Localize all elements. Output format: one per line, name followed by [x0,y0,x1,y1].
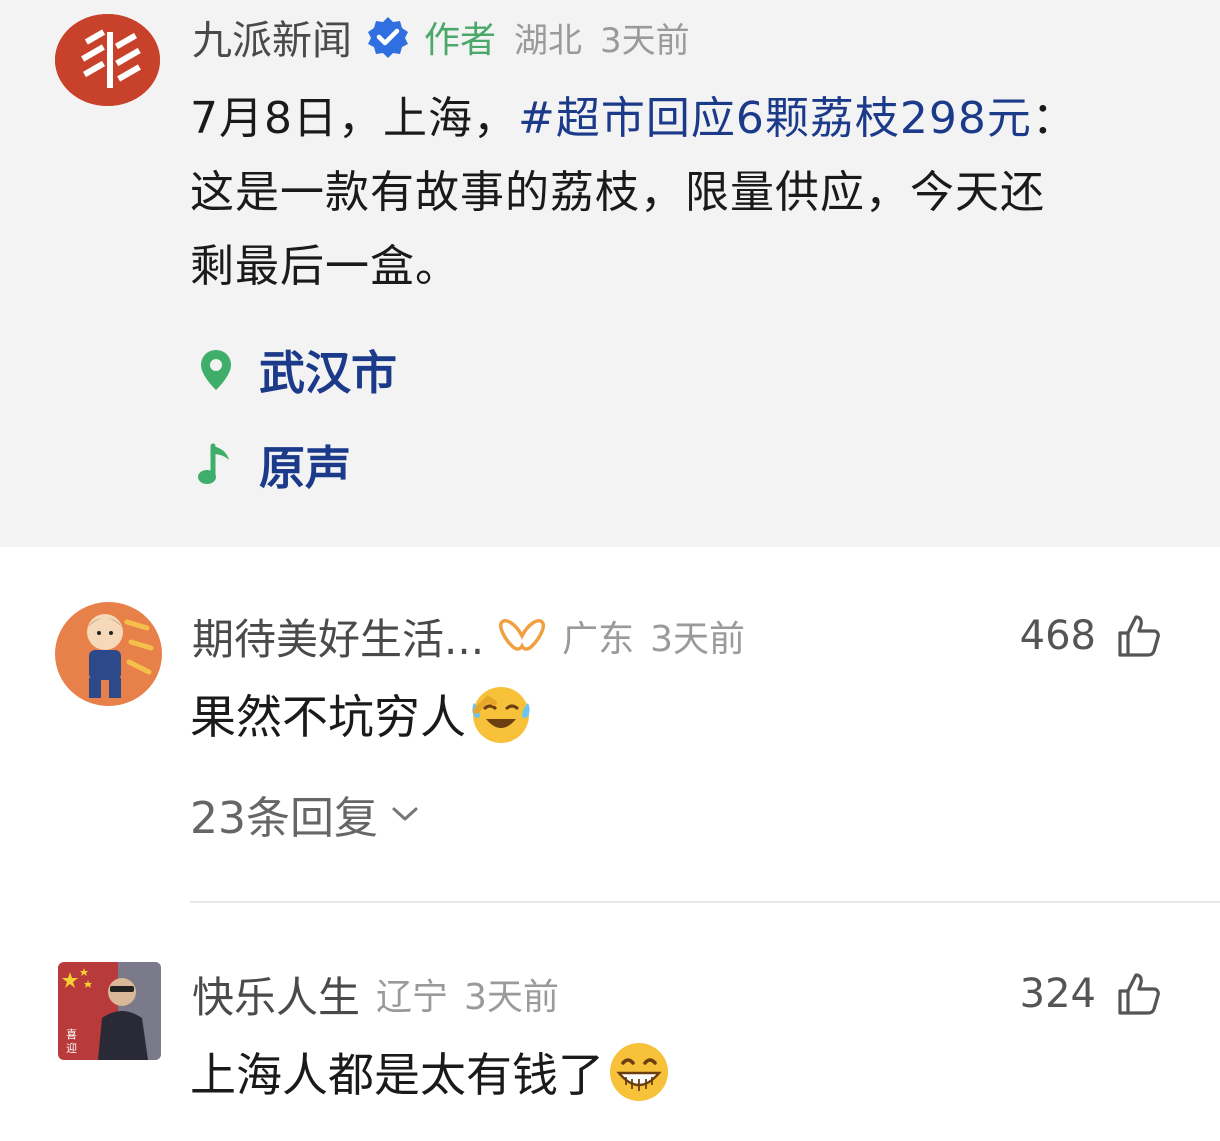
post-text-line: 剩最后一盒。 [190,241,460,292]
comment-time: 3天前 [650,619,745,660]
replies-count: 23条回复 [190,793,378,844]
author-tag: 作者 [424,20,497,61]
thumbs-up-icon [1116,971,1162,1017]
svg-text:迎: 迎 [66,1042,77,1055]
like-count: 324 [1019,971,1096,1017]
comment-text: 上海人都是太有钱了 [190,1048,604,1102]
view-replies-button[interactable]: 23条回复 [190,786,420,844]
commenter-avatar[interactable]: 喜 迎 [58,962,161,1060]
audio-link[interactable]: 原声 [195,432,351,498]
grin-emoji-icon [606,1039,672,1105]
comment-divider [190,901,1220,903]
post-text-suffix: ： [1031,93,1077,144]
comment-region: 辽宁 [376,977,449,1018]
comment-text-row: 上海人都是太有钱了 [190,1036,672,1108]
comment-text: 果然不坑穷人 [190,690,466,744]
commenter-avatar[interactable] [55,602,162,706]
audio-label: 原声 [259,441,351,495]
location-link[interactable]: 武汉市 [195,337,397,403]
comment-text-row: 果然不坑穷人 [190,678,534,750]
thumbs-up-icon [1116,613,1162,659]
music-note-icon [195,442,237,488]
comment-time: 3天前 [464,977,559,1018]
svg-text:喜: 喜 [66,1028,77,1041]
laugh-cry-emoji-icon [468,681,534,747]
post-card: 九派新闻 作者 湖北 3天前 7月8日，上海，#超市回应6颗荔枝298元： 这是… [0,0,1220,547]
post-text-prefix: 7月8日，上海， [190,93,518,144]
location-pin-icon [195,347,237,393]
post-text-line: 这是一款有故事的荔枝，限量供应，今天还 [190,167,1045,218]
author-avatar[interactable] [55,14,160,106]
author-row: 九派新闻 作者 湖北 3天前 [192,14,690,64]
post-text-line: 7月8日，上海，#超市回应6颗荔枝298元： [190,82,1190,156]
hashtag-link[interactable]: #超市回应6颗荔枝298元 [518,93,1032,144]
comment-header: 快乐人生 辽宁 3天前 [192,966,559,1022]
comment-item: 期待美好生活... 广东 3天前 468 果然不坑穷人 23条回复 [0,600,1220,900]
commenter-name[interactable]: 期待美好生活... [192,606,484,667]
chevron-down-icon [390,804,420,824]
like-button[interactable]: 468 [1020,608,1162,664]
comment-header: 期待美好生活... 广东 3天前 [192,608,745,664]
comment-region: 广东 [562,619,635,660]
post-time: 3天前 [600,20,690,61]
badge-icon [498,616,546,656]
verified-badge-icon [366,15,410,59]
location-label: 武汉市 [259,346,397,400]
like-button[interactable]: 324 [1020,966,1162,1022]
comment-item: 喜 迎 快乐人生 辽宁 3天前 324 上海人都是太有钱了 [0,958,1220,1128]
commenter-name[interactable]: 快乐人生 [192,964,360,1025]
post-text: 7月8日，上海，#超市回应6颗荔枝298元： 这是一款有故事的荔枝，限量供应，今… [190,82,1190,304]
author-name[interactable]: 九派新闻 [192,8,352,66]
like-count: 468 [1019,613,1096,659]
post-region: 湖北 [514,20,583,61]
